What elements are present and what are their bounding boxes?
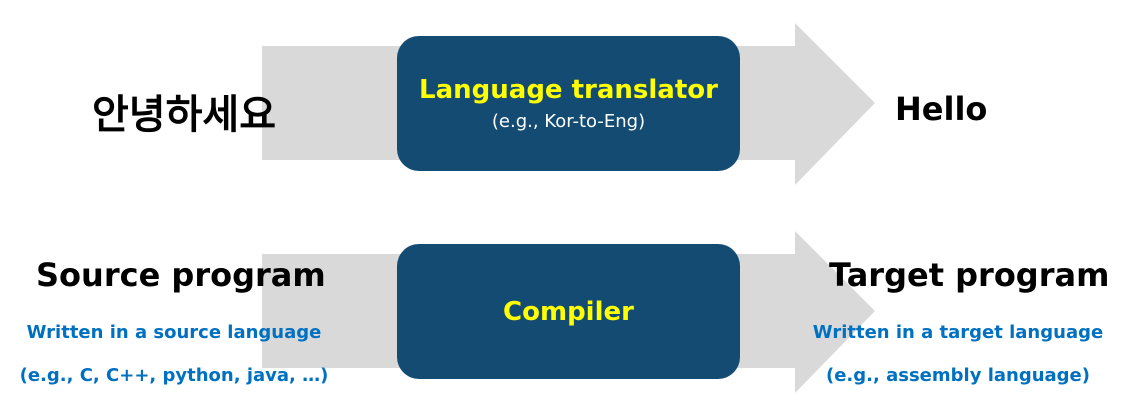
target-language-examples: (e.g., assembly language) [826,365,1090,386]
korean-greeting-label: 안녕하세요 [92,92,276,138]
language-translator-title: Language translator [419,75,718,105]
source-program-label: Source program [36,256,326,294]
source-language-desc: Written in a source language [26,322,322,343]
compiler-title: Compiler [503,296,634,327]
source-language-examples: (e.g., C, C++, python, java, …) [19,365,329,386]
language-translator-subtitle: (e.g., Kor-to-Eng) [491,111,646,132]
target-program-label: Target program [829,256,1110,294]
language-translator-box: Language translator (e.g., Kor-to-Eng) [397,36,740,171]
compiler-box: Compiler [397,244,740,379]
target-language-desc: Written in a target language [812,322,1104,343]
hello-label: Hello [895,90,988,128]
